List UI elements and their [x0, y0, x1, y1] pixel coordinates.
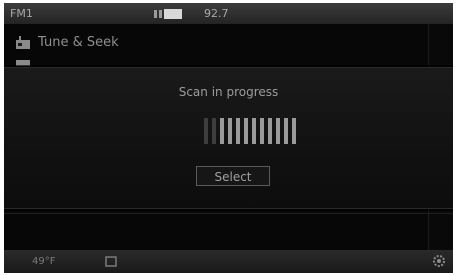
dialog-divider: [4, 213, 453, 214]
menu-item-tune-seek[interactable]: Tune & Seek: [4, 30, 424, 56]
progress-segment: [252, 118, 256, 144]
progress-segment: [260, 118, 264, 144]
progress-segment: [220, 118, 224, 144]
home-icon[interactable]: [104, 254, 118, 268]
radio-signal-icon: [154, 9, 182, 19]
dialog-title: Scan in progress: [178, 85, 279, 99]
progress-segment: [268, 118, 272, 144]
menu-item-label: Tune & Seek: [38, 35, 119, 50]
progress-segment: [204, 118, 208, 144]
temperature-label: 49°F: [32, 256, 56, 267]
progress-segment: [228, 118, 232, 144]
progress-segment: [284, 118, 288, 144]
frequency-label: 92.7: [204, 7, 229, 20]
band-label: FM1: [10, 7, 33, 20]
status-bar: FM1 92.7: [4, 3, 453, 24]
tune-icon: [16, 36, 30, 49]
progress-segment: [244, 118, 248, 144]
progress-segment: [276, 118, 280, 144]
progress-segment: [292, 118, 296, 144]
select-button[interactable]: Select: [196, 166, 270, 186]
scan-progress-bar: [204, 118, 314, 144]
head-unit-screen: FM1 92.7 Tune & Seek Scan in progress Se…: [4, 3, 453, 273]
progress-segment: [236, 118, 240, 144]
gear-icon[interactable]: [432, 254, 446, 268]
bottom-bar: 49°F: [4, 250, 453, 273]
scan-dialog: Scan in progress Select: [4, 67, 453, 214]
progress-segment: [212, 118, 216, 144]
